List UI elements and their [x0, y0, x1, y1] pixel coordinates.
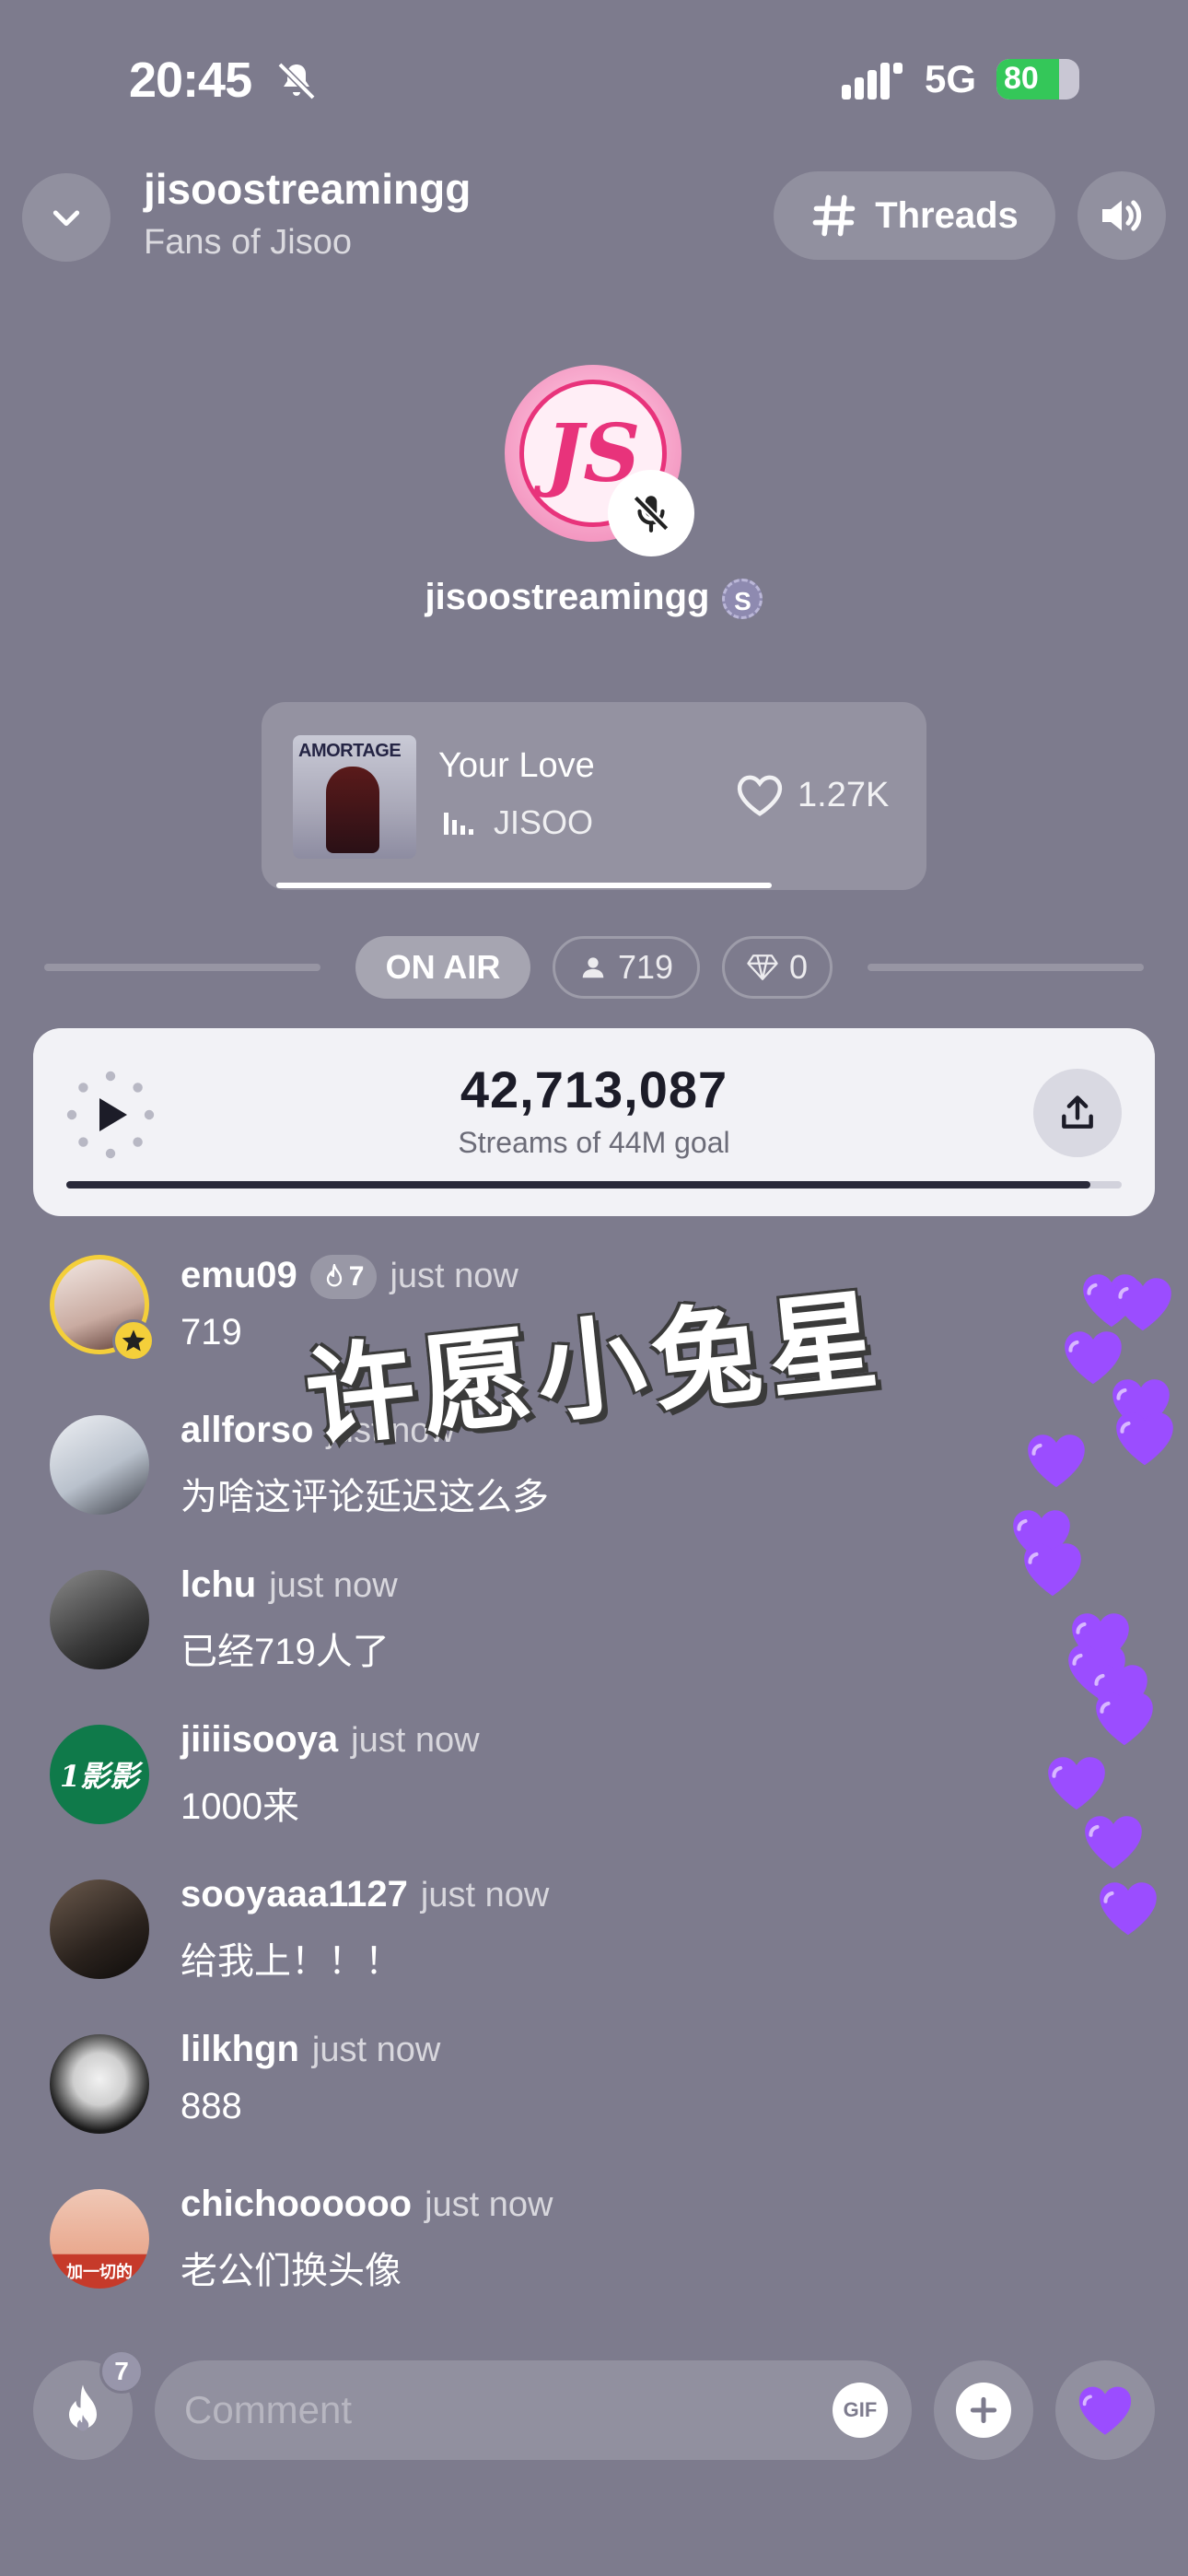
- commenter-avatar[interactable]: 1影影: [50, 1725, 149, 1824]
- room-title: jisoostreamingg: [144, 165, 472, 213]
- album-cover-title: AMORTAGE: [298, 741, 402, 761]
- comment-text: 719: [181, 1312, 242, 1352]
- song-progress-fill: [276, 883, 773, 888]
- stream-goal-label: Streams of 44M goal: [458, 1126, 730, 1159]
- add-button[interactable]: [934, 2360, 1033, 2460]
- comment-username[interactable]: allforso: [181, 1410, 313, 1450]
- floating-heart-icon: [1024, 1428, 1089, 1493]
- commenter-avatar[interactable]: 加一切的: [50, 2189, 149, 2289]
- sound-button[interactable]: [1077, 171, 1166, 260]
- chevron-down-icon: [52, 210, 80, 227]
- commenter-avatar[interactable]: [50, 1879, 149, 1979]
- comment-username[interactable]: lchu: [181, 1564, 256, 1605]
- comment-time: just now: [420, 1876, 550, 1914]
- threads-label: Threads: [875, 194, 1019, 236]
- gem-count-pill[interactable]: 0: [722, 936, 833, 999]
- share-icon: [1062, 1095, 1093, 1129]
- floating-heart-icon: [1092, 1686, 1157, 1751]
- song-artist: JISOO: [494, 803, 594, 841]
- comment-text: 888: [181, 2086, 242, 2126]
- comment-time: just now: [425, 2185, 553, 2224]
- comment-time: just now: [269, 1566, 398, 1605]
- fire-count-badge: 7: [99, 2349, 144, 2394]
- audio-bars-icon: [444, 813, 473, 835]
- comment-username[interactable]: emu09: [181, 1255, 297, 1295]
- mic-muted-badge: [608, 470, 694, 556]
- person-icon: [582, 957, 604, 978]
- comment-time: just now: [351, 1721, 480, 1760]
- divider-left: [44, 964, 320, 971]
- commenter-avatar[interactable]: [50, 2034, 149, 2134]
- comment-username[interactable]: sooyaaa1127: [181, 1874, 408, 1914]
- plus-icon: [970, 2396, 997, 2424]
- mic-off-icon: [633, 495, 670, 533]
- collapse-button[interactable]: [22, 173, 111, 262]
- floating-heart-icon: [1020, 1537, 1085, 1601]
- stream-count: 42,713,087: [460, 1060, 728, 1118]
- comment-username[interactable]: chichoooooo: [181, 2184, 412, 2224]
- battery-indicator: 80: [996, 59, 1079, 100]
- threads-button[interactable]: Threads: [774, 171, 1055, 260]
- purple-heart-icon: [1076, 2383, 1135, 2438]
- comment-text: 给我上！！！: [181, 1941, 402, 1982]
- heart-outline-icon[interactable]: [735, 772, 785, 818]
- comment-text: 1000来: [181, 1786, 299, 1827]
- floating-heart-icon: [1112, 1406, 1177, 1470]
- fire-streak-count: 7: [348, 1261, 365, 1293]
- comment-username[interactable]: lilkhgn: [181, 2029, 299, 2069]
- fire-icon: [326, 1264, 342, 1287]
- avatar-logo-text: 1影影: [59, 1759, 140, 1794]
- comment-text: 老公们换头像: [181, 2251, 402, 2291]
- silent-bell-icon: [277, 62, 316, 100]
- speaker-icon: [1102, 200, 1142, 231]
- comment-text: 已经719人了: [181, 1632, 390, 1672]
- song-like-count: 1.27K: [798, 776, 890, 814]
- comment-username[interactable]: jiiiisooya: [181, 1719, 338, 1760]
- host-name: jisoostreamingg: [425, 577, 710, 617]
- status-time: 20:45: [129, 53, 252, 108]
- comment-time: just now: [311, 2031, 441, 2069]
- verified-badge-icon: S: [722, 579, 763, 620]
- comment-username-row: jiiiisooya just now: [181, 1719, 480, 1761]
- diamond-icon: [747, 954, 778, 980]
- hashtag-icon: [812, 194, 856, 237]
- comment-username-row: sooyaaa1127 just now: [181, 1874, 549, 1915]
- share-button[interactable]: [1033, 1069, 1122, 1157]
- gif-button[interactable]: GIF: [833, 2383, 888, 2438]
- album-cover: AMORTAGE: [293, 735, 416, 859]
- comment-text: 为啥这评论延迟这么多: [181, 1477, 549, 1517]
- fire-icon: [69, 2384, 97, 2431]
- comment-input[interactable]: [155, 2360, 912, 2460]
- avatar-caption-text: 加一切的: [66, 2263, 133, 2281]
- star-icon: [122, 1329, 146, 1352]
- gem-count: 0: [788, 948, 809, 986]
- comment-username-row: lilkhgn just now: [181, 2029, 440, 2070]
- star-badge: [112, 1319, 155, 1362]
- floating-heart-icon: [1044, 1751, 1109, 1815]
- on-air-badge: ON AIR: [355, 936, 530, 999]
- commenter-avatar[interactable]: [50, 1415, 149, 1515]
- song-title: Your Love: [438, 746, 595, 785]
- stream-progress-fill: [66, 1181, 1090, 1188]
- commenter-avatar[interactable]: [50, 1570, 149, 1669]
- signal-icon: [842, 63, 903, 100]
- comment-username-row: lchu just now: [181, 1564, 398, 1606]
- room-subtitle: Fans of Jisoo: [144, 223, 352, 262]
- listener-count: 719: [617, 948, 674, 986]
- host-name-row[interactable]: jisoostreamingg S: [0, 577, 1188, 620]
- listener-count-pill[interactable]: 719: [553, 936, 700, 999]
- fire-streak-badge: 7: [309, 1255, 378, 1300]
- battery-level: 80: [1004, 61, 1039, 96]
- divider-right: [868, 964, 1144, 971]
- floating-heart-icon: [1081, 1809, 1146, 1874]
- send-heart-button[interactable]: [1055, 2360, 1155, 2460]
- floating-heart-icon: [1096, 1876, 1160, 1940]
- comment-username-row: chichoooooo just now: [181, 2184, 553, 2225]
- network-type: 5G: [925, 57, 977, 100]
